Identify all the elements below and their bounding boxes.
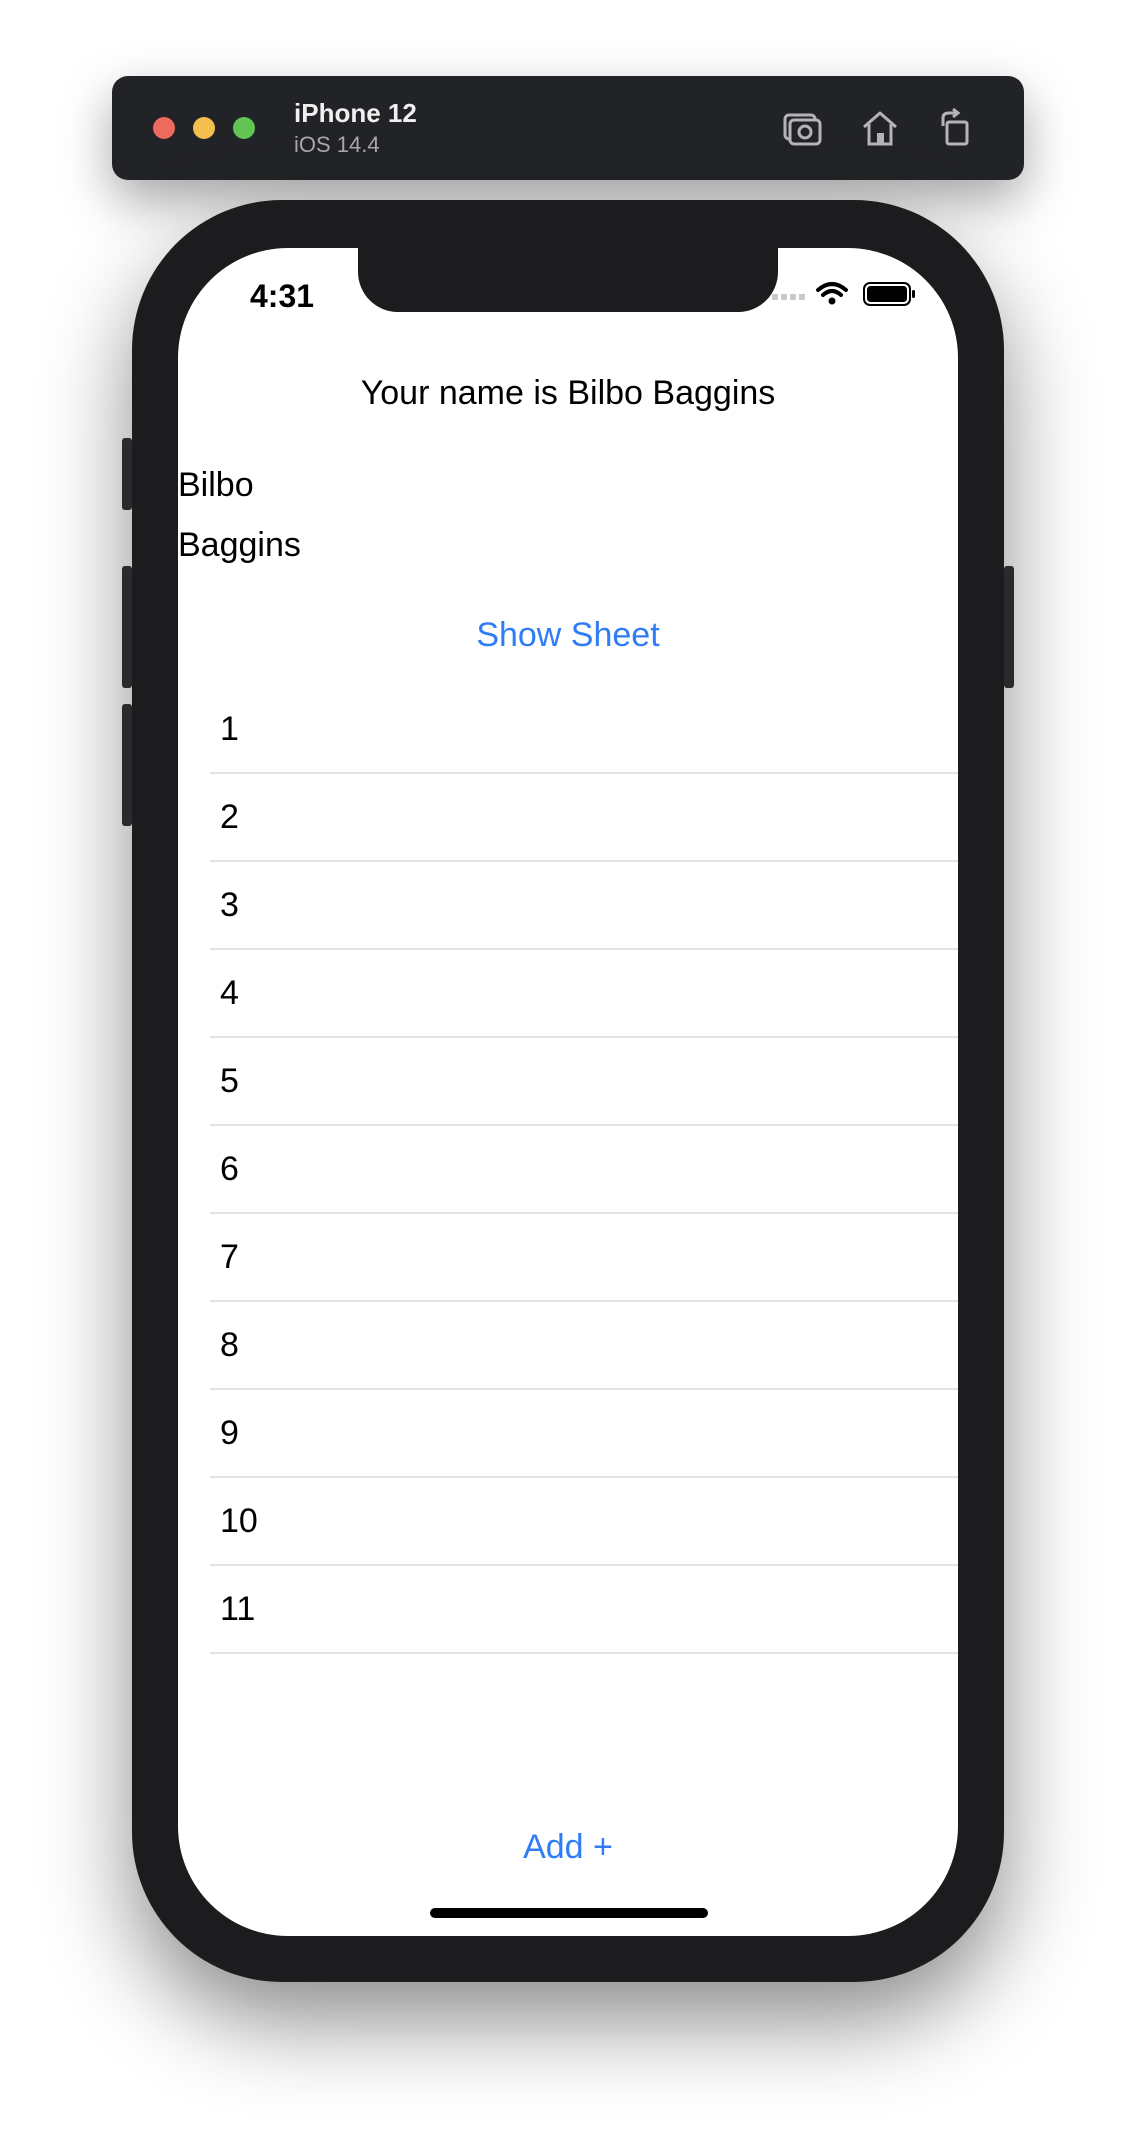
notch: [358, 248, 778, 312]
list-item[interactable]: 7: [210, 1214, 958, 1302]
list-item[interactable]: 10: [210, 1478, 958, 1566]
list-item[interactable]: 3: [210, 862, 958, 950]
home-icon[interactable]: [858, 106, 902, 150]
list-item[interactable]: 6: [210, 1126, 958, 1214]
rotate-icon[interactable]: [934, 106, 978, 150]
device-name: iPhone 12: [294, 98, 417, 128]
list-item[interactable]: 1: [210, 686, 958, 774]
home-indicator[interactable]: [430, 1908, 708, 1918]
last-name-field[interactable]: Baggins: [178, 526, 301, 565]
os-version: iOS 14.4: [294, 132, 380, 157]
power-button: [1004, 566, 1014, 688]
list-item[interactable]: 2: [210, 774, 958, 862]
screenshot-icon[interactable]: [780, 106, 824, 150]
simulator-toolbar: iPhone 12 iOS 14.4: [112, 76, 1024, 180]
name-headline: Your name is Bilbo Baggins: [360, 374, 776, 412]
wifi-icon: [816, 282, 848, 305]
battery-icon: [863, 282, 915, 306]
number-list: 1 2 3 4 5 6 7 8 9 10 11: [210, 686, 958, 1654]
cellular-icon: [772, 294, 805, 300]
volume-up-button: [122, 566, 132, 688]
list-item[interactable]: 4: [210, 950, 958, 1038]
zoom-window-button[interactable]: [233, 117, 255, 139]
list-item[interactable]: 11: [210, 1566, 958, 1654]
volume-down-button: [122, 704, 132, 826]
phone-screen: 4:31 Your name is Bilbo Baggins Bilbo Ba…: [178, 248, 958, 1936]
list-item[interactable]: 8: [210, 1302, 958, 1390]
silent-switch: [122, 438, 132, 510]
status-time: 4:31: [250, 278, 315, 314]
list-item[interactable]: 9: [210, 1390, 958, 1478]
first-name-field[interactable]: Bilbo: [178, 466, 254, 505]
add-button[interactable]: Add +: [178, 1828, 958, 1867]
status-icons: [772, 282, 915, 306]
show-sheet-button[interactable]: Show Sheet: [178, 616, 958, 655]
minimize-window-button[interactable]: [193, 117, 215, 139]
list-item[interactable]: 5: [210, 1038, 958, 1126]
close-window-button[interactable]: [153, 117, 175, 139]
